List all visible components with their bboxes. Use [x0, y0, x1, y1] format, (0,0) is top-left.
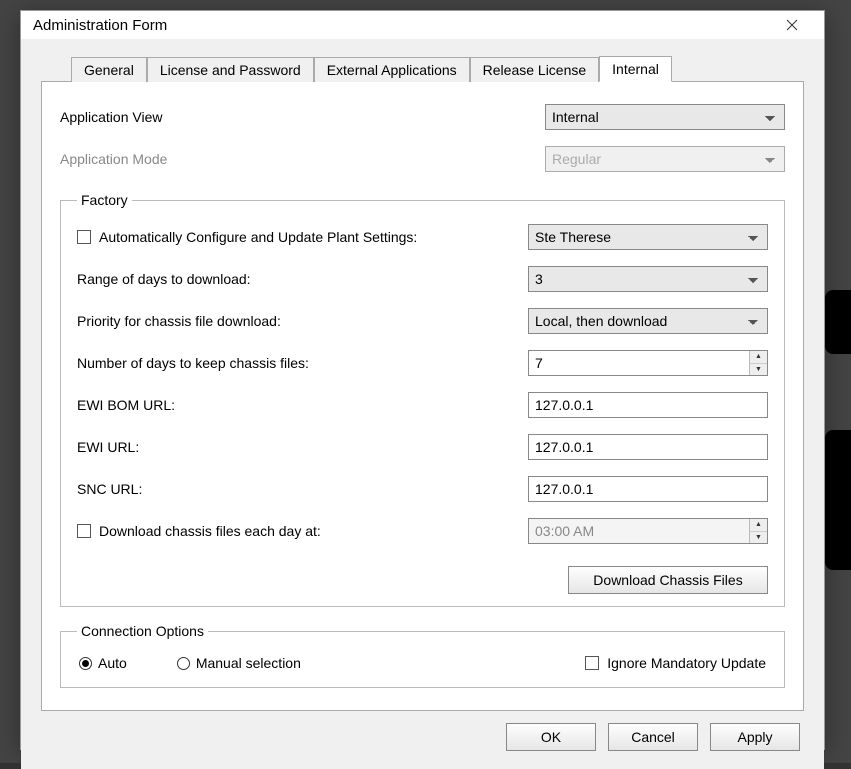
plant-select[interactable]: Ste Therese: [528, 224, 768, 250]
ewi-bom-label: EWI BOM URL:: [77, 397, 528, 413]
ignore-mandatory-option[interactable]: Ignore Mandatory Update: [585, 655, 766, 671]
radio-icon: [177, 657, 190, 670]
range-days-select[interactable]: 3: [528, 266, 768, 292]
application-view-label: Application View: [60, 109, 545, 125]
tab-panel-internal: Application View Internal Application Mo…: [41, 81, 804, 711]
ewi-input[interactable]: [528, 434, 768, 460]
auto-configure-checkbox[interactable]: [77, 230, 91, 244]
ewi-bom-input[interactable]: [528, 392, 768, 418]
spin-up-icon[interactable]: ▲: [750, 519, 767, 532]
tab-license[interactable]: License and Password: [147, 57, 314, 82]
ignore-mandatory-label: Ignore Mandatory Update: [607, 655, 766, 671]
keep-days-label: Number of days to keep chassis files:: [77, 355, 528, 371]
connection-auto-option[interactable]: Auto: [79, 655, 127, 671]
tab-release[interactable]: Release License: [470, 57, 600, 82]
tab-general[interactable]: General: [71, 57, 147, 82]
download-time-input: [529, 519, 749, 543]
auto-configure-label: Automatically Configure and Update Plant…: [99, 229, 528, 245]
application-mode-select: Regular: [545, 146, 785, 172]
range-days-label: Range of days to download:: [77, 271, 528, 287]
tab-external[interactable]: External Applications: [314, 57, 470, 82]
cancel-button[interactable]: Cancel: [608, 723, 698, 751]
ignore-mandatory-checkbox[interactable]: [585, 656, 599, 670]
snc-input[interactable]: [528, 476, 768, 502]
connection-options-legend: Connection Options: [77, 623, 208, 639]
connection-options-group: Connection Options Auto Manual selection: [60, 623, 785, 688]
administration-dialog: Administration Form General License and …: [20, 10, 825, 750]
window-title: Administration Form: [33, 17, 772, 34]
priority-select[interactable]: Local, then download: [528, 308, 768, 334]
spin-up-icon[interactable]: ▲: [750, 351, 767, 364]
connection-manual-label: Manual selection: [196, 655, 301, 671]
close-icon: [786, 19, 798, 31]
background-decor: [825, 430, 851, 570]
tab-internal[interactable]: Internal: [599, 56, 672, 82]
keep-days-spinner[interactable]: ▲ ▼: [528, 350, 768, 376]
ewi-label: EWI URL:: [77, 439, 528, 455]
spin-down-icon[interactable]: ▼: [750, 532, 767, 544]
keep-days-input[interactable]: [529, 351, 749, 375]
apply-button[interactable]: Apply: [710, 723, 800, 751]
application-mode-label: Application Mode: [60, 151, 545, 167]
download-chassis-button[interactable]: Download Chassis Files: [568, 566, 768, 594]
tab-strip: General License and Password External Ap…: [41, 53, 804, 81]
connection-manual-option[interactable]: Manual selection: [177, 655, 301, 671]
download-daily-checkbox[interactable]: [77, 524, 91, 538]
background-decor: [825, 290, 851, 354]
application-view-select[interactable]: Internal: [545, 104, 785, 130]
download-daily-label: Download chassis files each day at:: [99, 523, 528, 539]
factory-group: Factory Automatically Configure and Upda…: [60, 192, 785, 607]
factory-legend: Factory: [77, 192, 132, 208]
close-button[interactable]: [772, 11, 812, 39]
ok-button[interactable]: OK: [506, 723, 596, 751]
connection-auto-label: Auto: [98, 655, 127, 671]
radio-icon: [79, 657, 92, 670]
priority-label: Priority for chassis file download:: [77, 313, 528, 329]
snc-label: SNC URL:: [77, 481, 528, 497]
download-time-spinner[interactable]: ▲ ▼: [528, 518, 768, 544]
spin-down-icon[interactable]: ▼: [750, 364, 767, 376]
